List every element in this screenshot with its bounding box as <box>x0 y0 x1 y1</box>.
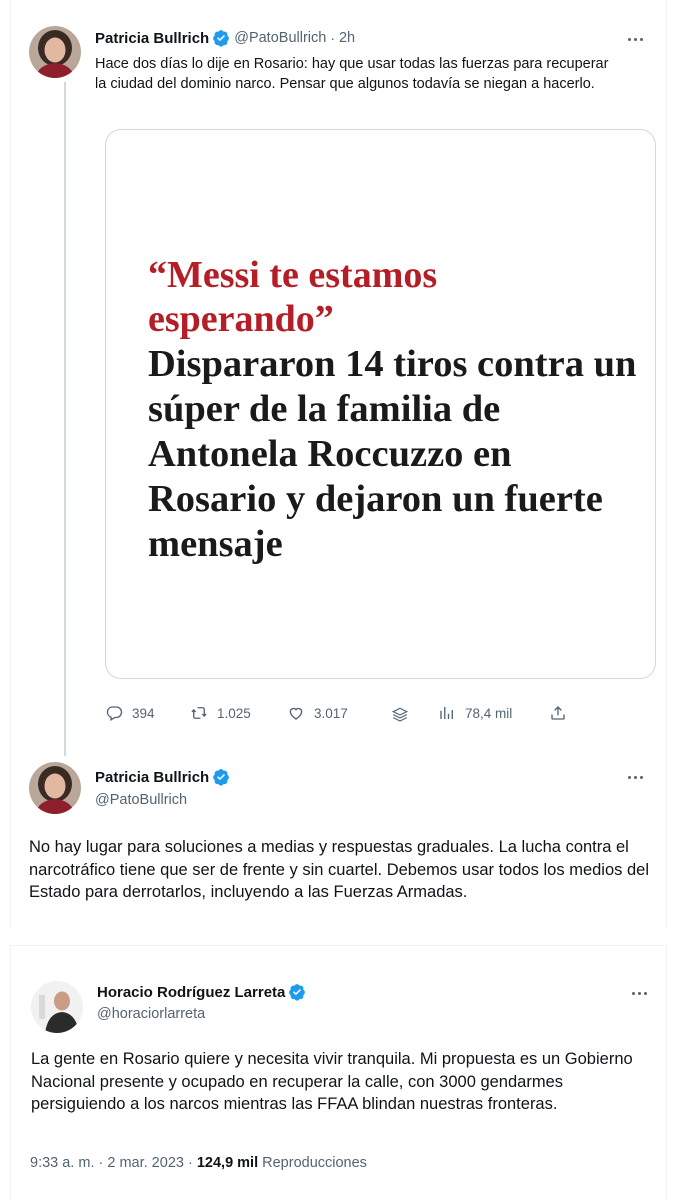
card-headline-quote: “Messi te estamos esperando” <box>148 254 438 340</box>
tweet-timestamp[interactable]: 9:33 a. m. · 2 mar. 2023 · <box>30 1155 193 1171</box>
share-button[interactable] <box>549 704 576 722</box>
avatar[interactable] <box>31 981 83 1033</box>
author-name[interactable]: Patricia Bullrich <box>95 30 209 47</box>
views-icon <box>440 707 453 719</box>
author-name[interactable]: Patricia Bullrich <box>95 769 209 786</box>
author-handle[interactable]: @PatoBullrich <box>95 792 187 808</box>
tweet-actions: 394 1.025 3.017 78,4 mil <box>105 704 585 728</box>
retweet-count: 1.025 <box>217 705 251 721</box>
retweet-button[interactable]: 1.025 <box>190 704 251 722</box>
thread-connector <box>64 82 66 756</box>
layers-button[interactable] <box>391 706 418 724</box>
reply-count: 394 <box>132 705 155 721</box>
verified-icon <box>213 30 230 47</box>
reply-button[interactable]: 394 <box>105 704 155 722</box>
author-handle[interactable]: @horaciorlarreta <box>97 1006 205 1022</box>
author-handle[interactable]: @PatoBullrich <box>234 30 326 46</box>
more-icon[interactable] <box>624 32 646 46</box>
reply-icon <box>106 706 123 721</box>
verified-icon <box>213 769 230 786</box>
like-icon <box>289 707 303 720</box>
separator: · <box>330 30 335 46</box>
tweet-text: Hace dos días lo dije en Rosario: hay qu… <box>95 56 609 92</box>
views-button[interactable]: 78,4 mil <box>438 704 512 722</box>
like-button[interactable]: 3.017 <box>287 704 348 722</box>
verified-icon <box>289 984 306 1001</box>
views-label: Reproducciones <box>262 1155 367 1171</box>
share-icon <box>551 706 565 720</box>
card-headline: Dispararon 14 tiros contra un súper de l… <box>148 343 637 565</box>
views-count: 124,9 mil <box>196 1155 259 1171</box>
author-row: Patricia Bullrich <box>95 768 230 786</box>
more-icon[interactable] <box>628 986 650 1000</box>
avatar[interactable] <box>29 762 81 814</box>
author-row: Horacio Rodríguez Larreta <box>97 983 306 1001</box>
retweet-icon <box>191 707 207 719</box>
link-card[interactable]: “Messi te estamos esperando” Dispararon … <box>105 129 656 679</box>
avatar[interactable] <box>29 26 81 78</box>
tweet-text: La gente en Rosario quiere y necesita vi… <box>31 1050 633 1113</box>
tweet-time[interactable]: 2h <box>339 30 355 46</box>
tweet-meta: 9:33 a. m. · 2 mar. 2023 · 124,9 mil Rep… <box>30 1155 367 1171</box>
author-row: Patricia Bullrich @PatoBullrich · 2h <box>95 29 355 47</box>
like-count: 3.017 <box>314 705 348 721</box>
author-name[interactable]: Horacio Rodríguez Larreta <box>97 984 285 1001</box>
more-icon[interactable] <box>624 770 646 784</box>
tweet-text: No hay lugar para soluciones a medias y … <box>29 838 649 901</box>
thread-panel: Patricia Bullrich @PatoBullrich · 2h Hac… <box>10 0 667 930</box>
layers-icon <box>391 707 409 722</box>
views-count: 78,4 mil <box>465 705 513 721</box>
